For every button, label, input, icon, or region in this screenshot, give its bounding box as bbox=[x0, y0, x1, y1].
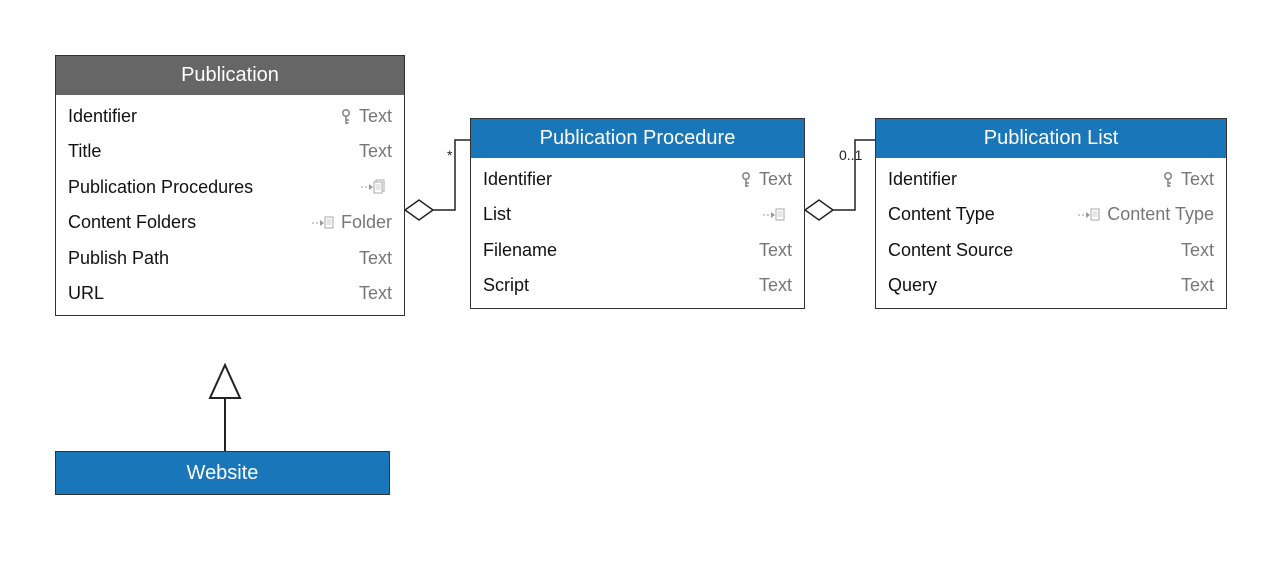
attr-row: Content Source Text bbox=[876, 233, 1226, 268]
attr-type: Text bbox=[759, 168, 792, 191]
attr-row: Publication Procedures bbox=[56, 170, 404, 205]
diagram-canvas: * 0..1 Publication Identifier Text Title… bbox=[0, 0, 1280, 578]
attr-type: Text bbox=[1181, 274, 1214, 297]
attr-label: Filename bbox=[483, 239, 557, 262]
attr-type: Text bbox=[359, 247, 392, 270]
entity-publication-body: Identifier Text Title Text Publication P… bbox=[56, 95, 404, 315]
entity-procedure: Publication Procedure Identifier Text Li… bbox=[470, 118, 805, 309]
attr-row: Filename Text bbox=[471, 233, 804, 268]
attr-label: Publish Path bbox=[68, 247, 169, 270]
attr-label: Identifier bbox=[888, 168, 957, 191]
attr-row: Content Folders Folder bbox=[56, 205, 404, 240]
reference-multi-icon bbox=[360, 179, 386, 195]
attr-row: Identifier Text bbox=[56, 99, 404, 134]
reference-single-icon bbox=[762, 207, 786, 223]
attr-type: Text bbox=[359, 105, 392, 128]
attr-label: List bbox=[483, 203, 511, 226]
attr-label: Content Folders bbox=[68, 211, 196, 234]
key-icon bbox=[739, 171, 753, 189]
entity-list-body: Identifier Text Content Type Content Typ… bbox=[876, 158, 1226, 308]
attr-row: Identifier Text bbox=[876, 162, 1226, 197]
key-icon bbox=[1161, 171, 1175, 189]
attr-label: Script bbox=[483, 274, 529, 297]
attr-label: Identifier bbox=[68, 105, 137, 128]
entity-procedure-body: Identifier Text List Filename Text Scrip… bbox=[471, 158, 804, 308]
reference-single-icon bbox=[1077, 207, 1101, 223]
entity-publication-title: Publication bbox=[56, 56, 404, 95]
entity-list-title: Publication List bbox=[876, 119, 1226, 158]
reference-single-icon bbox=[311, 215, 335, 231]
attr-row: Script Text bbox=[471, 268, 804, 303]
attr-row: Publish Path Text bbox=[56, 241, 404, 276]
entity-website-title: Website bbox=[187, 462, 259, 485]
entity-website: Website bbox=[55, 451, 390, 495]
attr-label: Content Type bbox=[888, 203, 995, 226]
attr-label: Content Source bbox=[888, 239, 1013, 262]
cardinality-pub-proc: * bbox=[447, 147, 452, 163]
attr-type: Text bbox=[1181, 239, 1214, 262]
attr-type: Content Type bbox=[1107, 203, 1214, 226]
attr-row: Query Text bbox=[876, 268, 1226, 303]
attr-row: URL Text bbox=[56, 276, 404, 311]
entity-list: Publication List Identifier Text Content… bbox=[875, 118, 1227, 309]
attr-label: Publication Procedures bbox=[68, 176, 253, 199]
key-icon bbox=[339, 108, 353, 126]
cardinality-proc-list: 0..1 bbox=[839, 147, 862, 163]
attr-row: List bbox=[471, 197, 804, 232]
attr-label: URL bbox=[68, 282, 104, 305]
attr-type: Text bbox=[359, 140, 392, 163]
attr-row: Identifier Text bbox=[471, 162, 804, 197]
attr-type: Text bbox=[1181, 168, 1214, 191]
entity-publication: Publication Identifier Text Title Text P… bbox=[55, 55, 405, 316]
attr-type: Text bbox=[359, 282, 392, 305]
attr-row: Title Text bbox=[56, 134, 404, 169]
attr-label: Title bbox=[68, 140, 101, 163]
attr-type: Text bbox=[759, 274, 792, 297]
attr-label: Query bbox=[888, 274, 937, 297]
attr-type: Text bbox=[759, 239, 792, 262]
attr-label: Identifier bbox=[483, 168, 552, 191]
attr-type: Folder bbox=[341, 211, 392, 234]
entity-procedure-title: Publication Procedure bbox=[471, 119, 804, 158]
attr-row: Content Type Content Type bbox=[876, 197, 1226, 232]
